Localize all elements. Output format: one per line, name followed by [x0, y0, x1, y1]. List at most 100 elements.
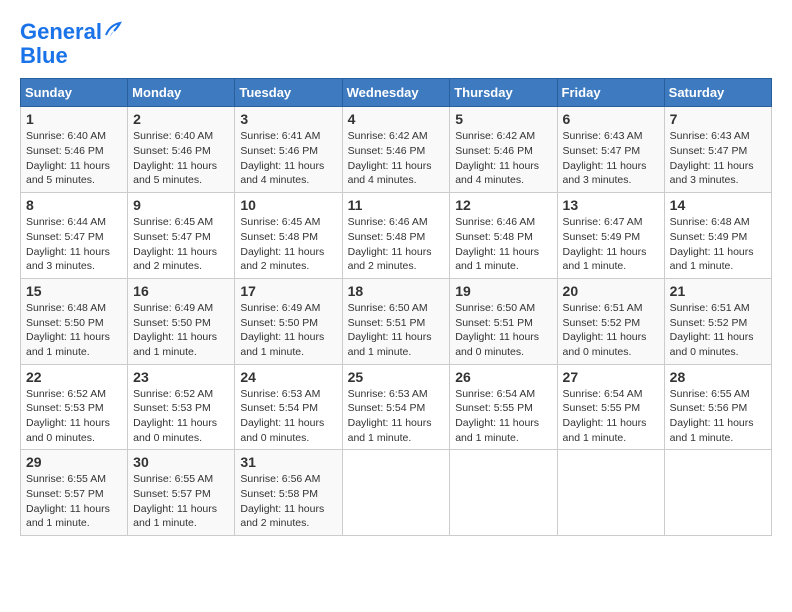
day-number: 9 — [133, 197, 229, 213]
calendar-cell: 21 Sunrise: 6:51 AMSunset: 5:52 PMDayligh… — [664, 278, 771, 364]
day-number: 11 — [348, 197, 445, 213]
day-detail: Sunrise: 6:43 AMSunset: 5:47 PMDaylight:… — [670, 129, 766, 188]
calendar-cell: 1 Sunrise: 6:40 AMSunset: 5:46 PMDaylight… — [21, 107, 128, 193]
logo-bird-icon — [104, 21, 122, 39]
day-number: 20 — [563, 283, 659, 299]
day-number: 14 — [670, 197, 766, 213]
day-detail: Sunrise: 6:42 AMSunset: 5:46 PMDaylight:… — [348, 129, 445, 188]
calendar-cell: 11 Sunrise: 6:46 AMSunset: 5:48 PMDayligh… — [342, 193, 450, 279]
day-number: 8 — [26, 197, 122, 213]
day-detail: Sunrise: 6:54 AMSunset: 5:55 PMDaylight:… — [563, 387, 659, 446]
calendar-table: SundayMondayTuesdayWednesdayThursdayFrid… — [20, 78, 772, 536]
calendar-cell: 3Sunrise: 6:41 AMSunset: 5:46 PMDaylight… — [235, 107, 342, 193]
day-number: 19 — [455, 283, 551, 299]
calendar-week-row: 8Sunrise: 6:44 AMSunset: 5:47 PMDaylight… — [21, 193, 772, 279]
day-number: 21 — [670, 283, 766, 299]
calendar-cell: 9 Sunrise: 6:45 AMSunset: 5:47 PMDaylight… — [128, 193, 235, 279]
day-detail: Sunrise: 6:48 AMSunset: 5:49 PMDaylight:… — [670, 215, 766, 274]
calendar-week-row: 15 Sunrise: 6:48 AMSunset: 5:50 PMDayligh… — [21, 278, 772, 364]
calendar-cell: 24Sunrise: 6:53 AMSunset: 5:54 PMDayligh… — [235, 364, 342, 450]
day-detail: Sunrise: 6:52 AMSunset: 5:53 PMDaylight:… — [26, 387, 122, 446]
day-number: 17 — [240, 283, 336, 299]
day-number: 5 — [455, 111, 551, 127]
calendar-cell: 31 Sunrise: 6:56 AMSunset: 5:58 PMDayligh… — [235, 450, 342, 536]
day-detail: Sunrise: 6:53 AMSunset: 5:54 PMDaylight:… — [348, 387, 445, 446]
day-detail: Sunrise: 6:45 AMSunset: 5:48 PMDaylight:… — [240, 215, 336, 274]
header-monday: Monday — [128, 79, 235, 107]
day-number: 16 — [133, 283, 229, 299]
day-detail: Sunrise: 6:56 AMSunset: 5:58 PMDaylight:… — [240, 472, 336, 531]
calendar-week-row: 1 Sunrise: 6:40 AMSunset: 5:46 PMDaylight… — [21, 107, 772, 193]
day-number: 25 — [348, 369, 445, 385]
calendar-cell — [450, 450, 557, 536]
day-number: 6 — [563, 111, 659, 127]
day-detail: Sunrise: 6:40 AMSunset: 5:46 PMDaylight:… — [26, 129, 122, 188]
calendar-cell: 13Sunrise: 6:47 AMSunset: 5:49 PMDayligh… — [557, 193, 664, 279]
logo-blue: Blue — [20, 43, 68, 68]
day-detail: Sunrise: 6:51 AMSunset: 5:52 PMDaylight:… — [563, 301, 659, 360]
day-detail: Sunrise: 6:49 AMSunset: 5:50 PMDaylight:… — [240, 301, 336, 360]
day-detail: Sunrise: 6:40 AMSunset: 5:46 PMDaylight:… — [133, 129, 229, 188]
calendar-cell: 15 Sunrise: 6:48 AMSunset: 5:50 PMDayligh… — [21, 278, 128, 364]
day-number: 18 — [348, 283, 445, 299]
calendar-cell: 28 Sunrise: 6:55 AMSunset: 5:56 PMDayligh… — [664, 364, 771, 450]
day-detail: Sunrise: 6:55 AMSunset: 5:57 PMDaylight:… — [26, 472, 122, 531]
calendar-cell: 20 Sunrise: 6:51 AMSunset: 5:52 PMDayligh… — [557, 278, 664, 364]
day-number: 2 — [133, 111, 229, 127]
day-detail: Sunrise: 6:55 AMSunset: 5:57 PMDaylight:… — [133, 472, 229, 531]
day-detail: Sunrise: 6:46 AMSunset: 5:48 PMDaylight:… — [348, 215, 445, 274]
day-detail: Sunrise: 6:50 AMSunset: 5:51 PMDaylight:… — [455, 301, 551, 360]
calendar-cell: 5 Sunrise: 6:42 AMSunset: 5:46 PMDaylight… — [450, 107, 557, 193]
calendar-cell: 10Sunrise: 6:45 AMSunset: 5:48 PMDayligh… — [235, 193, 342, 279]
day-number: 26 — [455, 369, 551, 385]
calendar-cell: 30 Sunrise: 6:55 AMSunset: 5:57 PMDayligh… — [128, 450, 235, 536]
day-detail: Sunrise: 6:45 AMSunset: 5:47 PMDaylight:… — [133, 215, 229, 274]
calendar-cell — [342, 450, 450, 536]
calendar-cell: 4 Sunrise: 6:42 AMSunset: 5:46 PMDaylight… — [342, 107, 450, 193]
day-detail: Sunrise: 6:42 AMSunset: 5:46 PMDaylight:… — [455, 129, 551, 188]
calendar-cell — [664, 450, 771, 536]
day-number: 1 — [26, 111, 122, 127]
day-number: 28 — [670, 369, 766, 385]
day-detail: Sunrise: 6:48 AMSunset: 5:50 PMDaylight:… — [26, 301, 122, 360]
calendar-cell: 27 Sunrise: 6:54 AMSunset: 5:55 PMDayligh… — [557, 364, 664, 450]
day-number: 27 — [563, 369, 659, 385]
calendar-cell: 22 Sunrise: 6:52 AMSunset: 5:53 PMDayligh… — [21, 364, 128, 450]
logo-general: General — [20, 19, 102, 44]
calendar-cell: 23Sunrise: 6:52 AMSunset: 5:53 PMDayligh… — [128, 364, 235, 450]
day-detail: Sunrise: 6:49 AMSunset: 5:50 PMDaylight:… — [133, 301, 229, 360]
calendar-cell: 6Sunrise: 6:43 AMSunset: 5:47 PMDaylight… — [557, 107, 664, 193]
header-tuesday: Tuesday — [235, 79, 342, 107]
calendar-cell: 29 Sunrise: 6:55 AMSunset: 5:57 PMDayligh… — [21, 450, 128, 536]
day-detail: Sunrise: 6:53 AMSunset: 5:54 PMDaylight:… — [240, 387, 336, 446]
day-detail: Sunrise: 6:41 AMSunset: 5:46 PMDaylight:… — [240, 129, 336, 188]
calendar-cell: 18 Sunrise: 6:50 AMSunset: 5:51 PMDayligh… — [342, 278, 450, 364]
header-wednesday: Wednesday — [342, 79, 450, 107]
calendar-cell: 12 Sunrise: 6:46 AMSunset: 5:48 PMDayligh… — [450, 193, 557, 279]
day-number: 23 — [133, 369, 229, 385]
page-header: General Blue — [20, 20, 772, 68]
calendar-week-row: 29 Sunrise: 6:55 AMSunset: 5:57 PMDayligh… — [21, 450, 772, 536]
day-number: 22 — [26, 369, 122, 385]
calendar-cell: 25 Sunrise: 6:53 AMSunset: 5:54 PMDayligh… — [342, 364, 450, 450]
day-number: 7 — [670, 111, 766, 127]
logo: General Blue — [20, 20, 122, 68]
day-detail: Sunrise: 6:54 AMSunset: 5:55 PMDaylight:… — [455, 387, 551, 446]
calendar-cell: 2 Sunrise: 6:40 AMSunset: 5:46 PMDaylight… — [128, 107, 235, 193]
day-detail: Sunrise: 6:50 AMSunset: 5:51 PMDaylight:… — [348, 301, 445, 360]
day-detail: Sunrise: 6:51 AMSunset: 5:52 PMDaylight:… — [670, 301, 766, 360]
calendar-cell: 17 Sunrise: 6:49 AMSunset: 5:50 PMDayligh… — [235, 278, 342, 364]
day-number: 30 — [133, 454, 229, 470]
header-sunday: Sunday — [21, 79, 128, 107]
day-number: 31 — [240, 454, 336, 470]
calendar-cell — [557, 450, 664, 536]
day-number: 12 — [455, 197, 551, 213]
calendar-cell: 19 Sunrise: 6:50 AMSunset: 5:51 PMDayligh… — [450, 278, 557, 364]
day-detail: Sunrise: 6:47 AMSunset: 5:49 PMDaylight:… — [563, 215, 659, 274]
day-detail: Sunrise: 6:46 AMSunset: 5:48 PMDaylight:… — [455, 215, 551, 274]
day-number: 4 — [348, 111, 445, 127]
calendar-header-row: SundayMondayTuesdayWednesdayThursdayFrid… — [21, 79, 772, 107]
day-detail: Sunrise: 6:55 AMSunset: 5:56 PMDaylight:… — [670, 387, 766, 446]
day-number: 29 — [26, 454, 122, 470]
day-number: 15 — [26, 283, 122, 299]
